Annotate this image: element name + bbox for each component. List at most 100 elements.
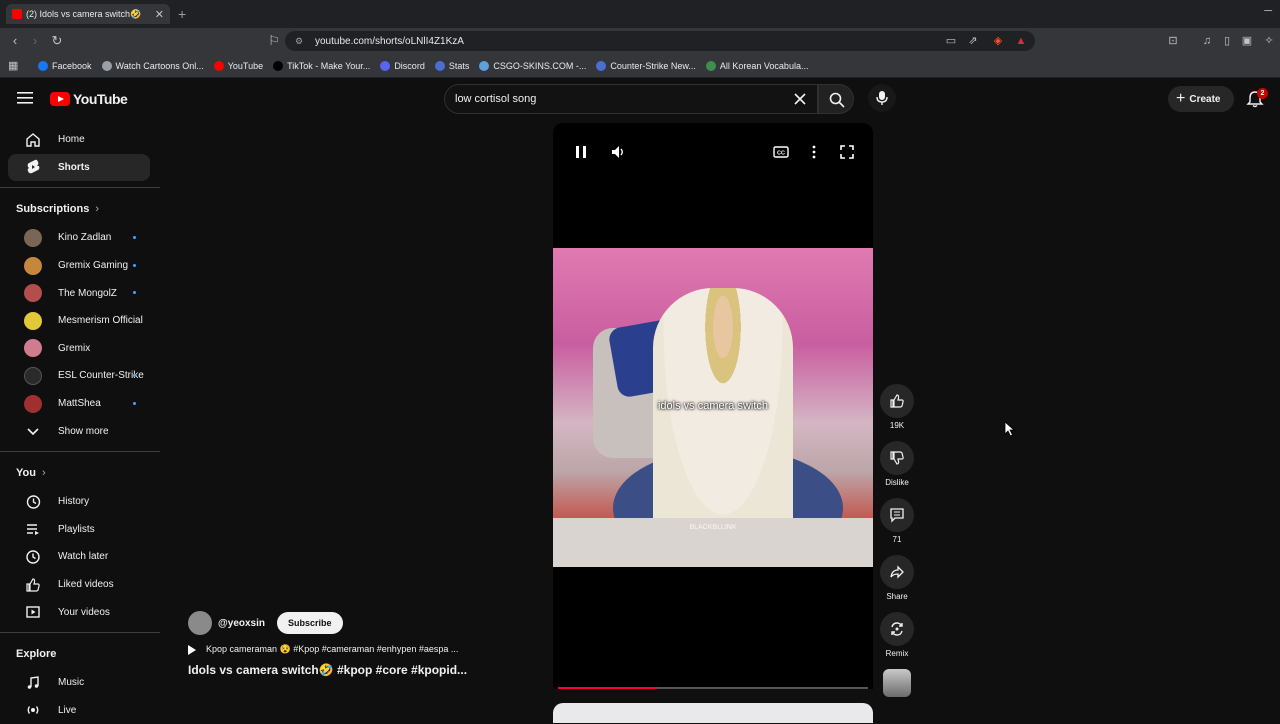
sidebar-item-your-videos[interactable]: Your videos	[8, 598, 150, 626]
clear-search-icon[interactable]	[793, 92, 807, 106]
short-title[interactable]: Idols vs camera switch🤣 #kpop #core #kpo…	[188, 663, 518, 677]
like-button[interactable]	[880, 384, 914, 418]
remix-icon	[889, 621, 905, 637]
more-options-icon[interactable]	[805, 143, 823, 161]
music-link[interactable]: Kpop cameraman 😵 #Kpop #cameraman #enhyp…	[188, 644, 518, 655]
channel-avatar[interactable]	[188, 611, 212, 635]
share-icon[interactable]: ⇗	[966, 34, 980, 48]
progress-fill	[558, 687, 657, 689]
progress-bar[interactable]	[558, 687, 868, 689]
minimize-icon[interactable]: ─	[1264, 5, 1272, 17]
sidebar-item-subscription[interactable]: Gremix Gaming	[8, 252, 150, 280]
remix-button[interactable]	[880, 612, 914, 646]
forward-icon[interactable]: ›	[28, 34, 42, 48]
search-icon	[829, 92, 845, 108]
microphone-icon	[875, 90, 889, 106]
shorts-player[interactable]: CC idols vs camera switch BLACKBLLINK	[553, 123, 873, 689]
close-tab-icon[interactable]: ✕	[155, 8, 164, 21]
browser-tab[interactable]: (2) Idols vs camera switch🤣 ✕	[6, 4, 170, 24]
brave-rewards-icon[interactable]: ▲	[1014, 34, 1028, 48]
sidebar-divider	[0, 632, 160, 633]
sidebar-divider	[0, 187, 160, 188]
next-short-preview[interactable]	[553, 703, 873, 723]
bookmark-label: All Korean Vocabula...	[720, 61, 809, 71]
wallet-icon[interactable]: ▣	[1240, 34, 1254, 48]
bookmark-item[interactable]: TikTok - Make Your...	[273, 61, 370, 71]
bookmark-favicon-icon	[479, 61, 489, 71]
comments-button[interactable]	[880, 498, 914, 532]
dislike-button[interactable]	[880, 441, 914, 475]
svg-text:CC: CC	[777, 151, 785, 157]
video-caption: idols vs camera switch	[553, 400, 873, 412]
bookmark-label: Watch Cartoons Onl...	[116, 61, 204, 71]
notification-count-badge: 2	[1257, 88, 1268, 99]
you-header[interactable]: You ›	[0, 458, 160, 488]
bookmark-label: Facebook	[52, 61, 92, 71]
address-bar[interactable]: ⚙ youtube.com/shorts/oLNlI4Z1KzA	[285, 31, 1035, 51]
voice-search-button[interactable]	[868, 84, 896, 112]
bookmark-item[interactable]: Discord	[380, 61, 425, 71]
bookmark-label: Counter-Strike New...	[610, 61, 696, 71]
leo-icon[interactable]: ✧	[1262, 34, 1276, 48]
sidebar-item-home[interactable]: Home	[8, 126, 150, 154]
pause-icon[interactable]	[572, 143, 590, 161]
comment-icon	[889, 507, 905, 523]
new-tab-icon[interactable]: +	[178, 6, 186, 22]
youtube-logo[interactable]: YouTube	[50, 91, 127, 107]
bookmark-item[interactable]: All Korean Vocabula...	[706, 61, 809, 71]
search-input[interactable]	[445, 85, 765, 113]
reload-icon[interactable]: ↻	[50, 34, 64, 48]
tab-search-icon[interactable]: ⊡	[1166, 34, 1180, 48]
comment-count: 71	[893, 535, 902, 544]
sidebar-item-liked-videos[interactable]: Liked videos	[8, 571, 150, 599]
bookmark-item[interactable]: Watch Cartoons Onl...	[102, 61, 204, 71]
bookmark-item[interactable]: YouTube	[214, 61, 263, 71]
search-box[interactable]	[444, 84, 818, 114]
sidebar-item-subscription[interactable]: The MongolZ	[8, 279, 150, 307]
sidebar-item-music[interactable]: Music	[8, 669, 150, 697]
sidebar-item-playlists[interactable]: Playlists	[8, 516, 150, 544]
cast-icon[interactable]: ▭	[944, 34, 958, 48]
back-icon[interactable]: ‹	[8, 34, 22, 48]
hamburger-menu-icon[interactable]	[16, 90, 34, 106]
sidebar-item-subscription[interactable]: Gremix	[8, 335, 150, 363]
channel-handle[interactable]: @yeoxsin	[218, 618, 265, 629]
sidebar-divider	[0, 451, 160, 452]
bookmark-item[interactable]: Facebook	[38, 61, 92, 71]
fullscreen-icon[interactable]	[838, 143, 856, 161]
explore-header: Explore	[0, 639, 160, 669]
like-icon	[24, 576, 42, 594]
audio-source-thumbnail[interactable]	[883, 669, 911, 697]
apps-grid-icon[interactable]: ▦	[8, 60, 20, 72]
video-frame[interactable]: idols vs camera switch BLACKBLLINK	[553, 248, 873, 567]
bookmark-item[interactable]: Counter-Strike New...	[596, 61, 696, 71]
bookmark-item[interactable]: CSGO-SKINS.COM -...	[479, 61, 586, 71]
bookmark-icon[interactable]: ⚐	[267, 34, 281, 48]
sidebar-item-subscription[interactable]: Kino Zadlan	[8, 224, 150, 252]
channel-avatar	[24, 367, 42, 385]
search-button[interactable]	[818, 84, 854, 114]
media-icon[interactable]: ♫	[1200, 34, 1214, 48]
site-info-icon[interactable]: ⚙	[295, 36, 305, 46]
youtube-favicon-icon	[12, 9, 22, 19]
sidebar-item-history[interactable]: History	[8, 488, 150, 516]
subscriptions-header[interactable]: Subscriptions ›	[0, 194, 160, 224]
bookmark-item[interactable]: Stats	[435, 61, 470, 71]
sidebar-icon[interactable]: ▯	[1220, 34, 1234, 48]
channel-avatar	[24, 395, 42, 413]
sidebar-item-subscription[interactable]: Mesmerism Official	[8, 307, 150, 335]
subscriptions-title: Subscriptions	[16, 203, 89, 215]
brave-shield-icon[interactable]: ◈	[991, 34, 1005, 48]
closed-captions-icon[interactable]: CC	[772, 143, 790, 161]
share-button[interactable]	[880, 555, 914, 589]
sidebar-item-subscription[interactable]: MattShea	[8, 390, 150, 418]
sidebar-item-shorts[interactable]: Shorts	[8, 154, 150, 182]
show-more-button[interactable]: Show more	[8, 417, 150, 445]
url-text: youtube.com/shorts/oLNlI4Z1KzA	[315, 36, 464, 47]
volume-icon[interactable]	[609, 143, 627, 161]
sidebar-item-subscription[interactable]: ESL Counter-Strike	[8, 362, 150, 390]
sidebar-item-watch-later[interactable]: Watch later	[8, 543, 150, 571]
create-button[interactable]: + Create	[1168, 86, 1234, 112]
bookmark-label: TikTok - Make Your...	[287, 61, 370, 71]
subscribe-button[interactable]: Subscribe	[277, 612, 343, 634]
